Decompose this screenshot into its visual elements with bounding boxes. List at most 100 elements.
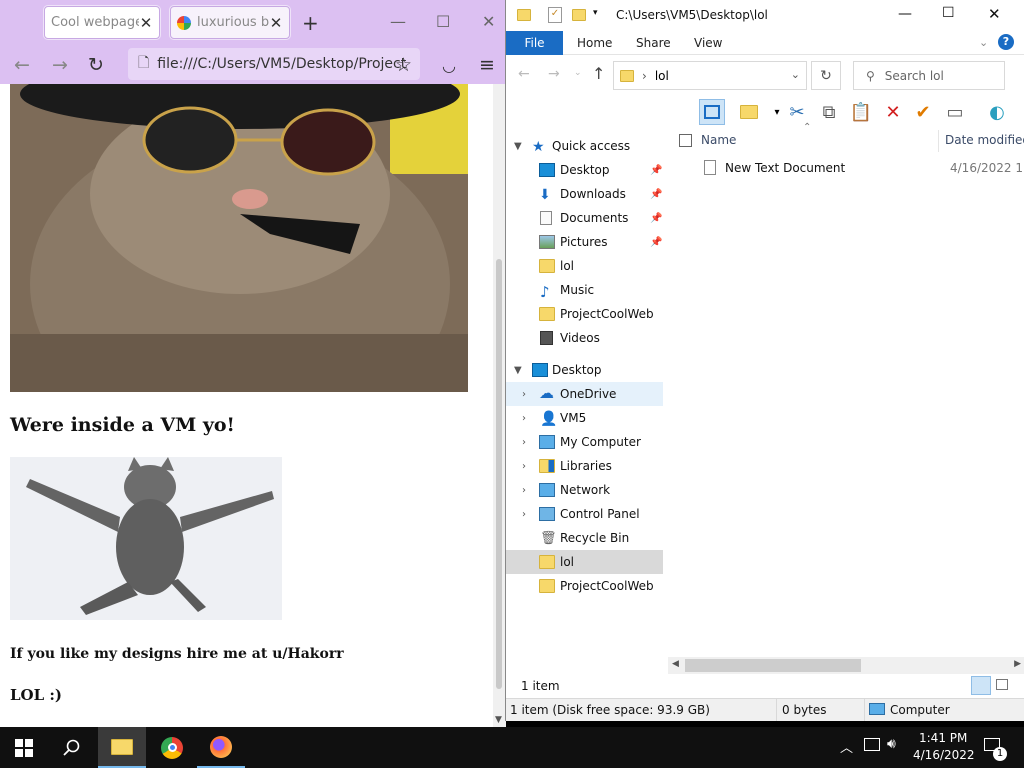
network-icon — [539, 483, 555, 497]
expand-chevron-icon[interactable]: › — [522, 437, 526, 448]
breadcrumb-lol[interactable]: lol — [655, 69, 669, 83]
paste-clipboard-icon[interactable]: 📋 — [848, 99, 874, 125]
browser-tab-cool-webpage[interactable]: Cool webpage in ✕ — [44, 6, 160, 39]
url-bar[interactable]: 🗋 file:///C:/Users/VM5/Desktop/Project — [128, 48, 420, 80]
copy-icon[interactable]: ⧉ — [816, 99, 842, 125]
preview-pane-icon[interactable] — [699, 99, 725, 125]
nav-item-libraries[interactable]: › Libraries — [506, 454, 663, 478]
clock-date[interactable]: 4/16/2022 — [913, 748, 975, 762]
ribbon-tab-home[interactable]: Home — [577, 36, 612, 50]
firefox-taskbar-icon[interactable] — [197, 727, 245, 768]
scroll-left-arrow-icon[interactable]: ◀ — [672, 659, 679, 669]
scroll-down-arrow-icon[interactable]: ▼ — [495, 715, 502, 725]
help-icon[interactable]: ? — [998, 34, 1014, 50]
pin-icon: 📌 — [650, 212, 663, 224]
minimize-icon[interactable]: — — [898, 6, 912, 22]
expand-ribbon-chevron-icon[interactable]: ⌄ — [979, 36, 988, 49]
file-row[interactable]: New Text Document 4/16/2022 1:4 — [698, 158, 1024, 180]
scroll-right-arrow-icon[interactable]: ▶ — [1014, 659, 1021, 669]
nav-item-network[interactable]: › Network — [506, 478, 663, 502]
search-icon[interactable] — [48, 727, 96, 768]
column-header-name[interactable]: Name — [701, 133, 736, 147]
horizontal-scrollbar[interactable]: ◀ ▶ — [668, 657, 1024, 674]
nav-item-documents[interactable]: Documents 📌 — [506, 206, 663, 230]
maximize-icon[interactable]: ☐ — [436, 12, 450, 31]
nav-item-videos[interactable]: Videos — [506, 326, 663, 350]
scrollbar-thumb[interactable] — [685, 659, 861, 672]
nav-item-projectcoolweb-desktop[interactable]: ProjectCoolWeb — [506, 574, 663, 598]
clock-time[interactable]: 1:41 PM — [919, 731, 967, 745]
nav-item-control-panel[interactable]: › Control Panel — [506, 502, 663, 526]
maximize-icon[interactable]: ☐ — [942, 5, 955, 21]
nav-item-my-computer[interactable]: › My Computer — [506, 430, 663, 454]
nav-item-pictures[interactable]: Pictures 📌 — [506, 230, 663, 254]
large-icons-view-icon[interactable] — [996, 679, 1008, 690]
back-arrow-icon[interactable]: ← — [518, 66, 530, 82]
nav-item-music[interactable]: ♪ Music — [506, 278, 663, 302]
nav-item-downloads[interactable]: ⬇ Downloads 📌 — [506, 182, 663, 206]
rename-check-icon[interactable]: ✔ — [910, 99, 936, 125]
ribbon-tab-view[interactable]: View — [694, 36, 722, 50]
properties-icon[interactable]: ▭ — [942, 99, 968, 125]
bookmark-star-icon[interactable]: ☆ — [395, 54, 412, 76]
nav-item-onedrive[interactable]: › ☁ OneDrive — [506, 382, 663, 406]
column-divider[interactable] — [938, 130, 939, 152]
collapse-chevron-icon[interactable]: ▼ — [514, 141, 522, 152]
up-arrow-icon[interactable]: ↑ — [592, 64, 605, 83]
search-icon: ⚲ — [866, 68, 875, 83]
scrollbar-thumb[interactable] — [496, 259, 502, 689]
ribbon-tab-share[interactable]: Share — [636, 36, 671, 50]
close-tab-icon[interactable]: ✕ — [139, 14, 153, 32]
expand-chevron-icon[interactable]: › — [522, 413, 526, 424]
url-text: file:///C:/Users/VM5/Desktop/Project — [157, 56, 407, 72]
refresh-icon[interactable]: ↻ — [811, 61, 841, 90]
expand-chevron-icon[interactable]: › — [522, 389, 526, 400]
new-tab-plus-icon[interactable]: + — [302, 11, 319, 35]
close-tab-icon[interactable]: ✕ — [269, 14, 283, 32]
recent-locations-chevron-icon[interactable]: ⌄ — [574, 68, 582, 78]
nav-desktop-root[interactable]: ▼ Desktop — [506, 358, 663, 382]
expand-chevron-icon[interactable]: › — [522, 509, 526, 520]
forward-arrow-icon[interactable]: → — [52, 54, 68, 76]
file-explorer-taskbar-icon[interactable] — [98, 727, 146, 768]
browser-tab-luxurious[interactable]: luxurious back ✕ — [170, 6, 290, 39]
collapse-chevron-icon[interactable]: ▼ — [514, 365, 522, 376]
nav-item-lol-selected[interactable]: lol — [506, 550, 663, 574]
new-folder-icon[interactable] — [736, 99, 762, 125]
start-windows-icon[interactable] — [0, 727, 48, 768]
forward-arrow-icon[interactable]: → — [548, 66, 560, 82]
nav-label: lol — [560, 555, 575, 569]
expand-chevron-icon[interactable]: › — [522, 485, 526, 496]
nav-item-projectcoolweb[interactable]: ProjectCoolWeb — [506, 302, 663, 326]
column-header-date[interactable]: Date modified — [945, 133, 1024, 147]
qat-new-folder-icon[interactable] — [572, 9, 586, 21]
minimize-icon[interactable]: — — [390, 12, 406, 31]
volume-icon[interactable]: 🔊︎ — [887, 736, 896, 752]
search-box[interactable]: ⚲ Search lol — [853, 61, 1005, 90]
delete-x-icon[interactable]: ✕ — [880, 99, 906, 125]
nav-quick-access[interactable]: ▼ ★ Quick access — [506, 134, 663, 158]
back-arrow-icon[interactable]: ← — [14, 54, 30, 76]
nav-item-lol[interactable]: lol — [506, 254, 663, 278]
qat-properties-icon[interactable]: ✓ — [548, 7, 562, 23]
nav-item-vm5[interactable]: › 👤 VM5 — [506, 406, 663, 430]
pocket-icon[interactable]: ◡ — [442, 56, 456, 75]
close-window-icon[interactable]: ✕ — [988, 5, 1001, 23]
details-view-icon[interactable] — [971, 676, 991, 695]
shell-icon[interactable]: ◐ — [984, 99, 1010, 125]
details-size: 0 bytes — [782, 703, 827, 717]
nav-item-recycle-bin[interactable]: 🗑 Recycle Bin — [506, 526, 663, 550]
chrome-taskbar-icon[interactable] — [148, 727, 196, 768]
qat-dropdown-icon[interactable]: ▾ — [593, 8, 598, 18]
nav-item-desktop[interactable]: Desktop 📌 — [506, 158, 663, 182]
network-status-icon[interactable] — [864, 738, 880, 751]
show-hidden-icons-chevron-icon[interactable]: ︿ — [840, 737, 853, 756]
address-box[interactable]: › lol ⌄ — [613, 61, 807, 90]
expand-chevron-icon[interactable]: › — [522, 461, 526, 472]
select-all-checkbox[interactable] — [679, 134, 692, 147]
address-dropdown-icon[interactable]: ⌄ — [791, 68, 800, 81]
close-window-icon[interactable]: ✕ — [482, 12, 495, 31]
menu-hamburger-icon[interactable]: ≡ — [479, 54, 495, 76]
reload-icon[interactable]: ↻ — [88, 54, 104, 76]
ribbon-tab-file[interactable]: File — [506, 31, 563, 55]
